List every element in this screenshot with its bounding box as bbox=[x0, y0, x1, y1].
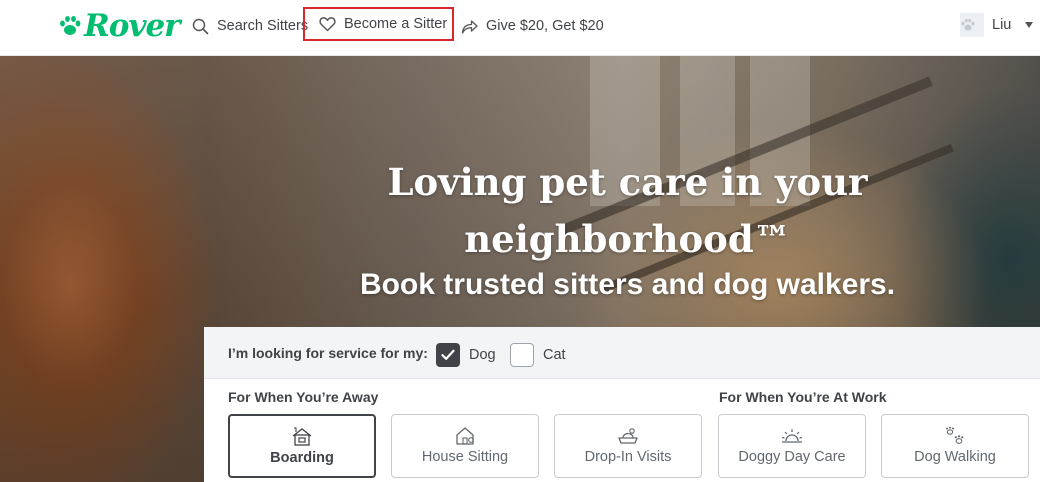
paw-prints-icon bbox=[946, 426, 964, 444]
search-icon bbox=[192, 18, 209, 34]
service-label: House Sitting bbox=[421, 449, 509, 465]
service-label: Drop-In Visits bbox=[584, 449, 672, 465]
checkbox-unchecked[interactable] bbox=[510, 343, 534, 367]
referral-link[interactable]: Give $20, Get $20 bbox=[461, 0, 604, 52]
dog-checkbox[interactable]: Dog bbox=[436, 343, 496, 367]
service-label: Dog Walking bbox=[914, 449, 996, 465]
top-nav: Rover Search Sitters Become a Sitter Giv… bbox=[0, 0, 1040, 56]
cat-checkbox[interactable]: Cat bbox=[510, 343, 566, 367]
house-boarding-icon bbox=[292, 427, 312, 446]
hero-title: Loving pet care in your neighborhood™ bbox=[300, 154, 955, 268]
pet-type-bar: I’m looking for service for my: Dog Cat bbox=[204, 327, 1040, 379]
away-group-label: For When You’re Away bbox=[228, 389, 379, 405]
avatar bbox=[960, 13, 984, 37]
search-sitters-label: Search Sitters bbox=[217, 18, 309, 34]
referral-label: Give $20, Get $20 bbox=[486, 18, 604, 34]
share-arrow-icon bbox=[461, 19, 478, 34]
caret-down-icon bbox=[1025, 22, 1034, 28]
work-group-label: For When You’re At Work bbox=[719, 389, 887, 405]
cat-label: Cat bbox=[543, 347, 566, 363]
service-boarding[interactable]: Boarding bbox=[228, 414, 376, 478]
service-label: Doggy Day Care bbox=[738, 449, 846, 465]
paw-icon bbox=[961, 18, 975, 31]
logo-text: Rover bbox=[84, 8, 181, 44]
search-panel: I’m looking for service for my: Dog Cat … bbox=[204, 327, 1040, 482]
user-menu[interactable]: Liu bbox=[960, 13, 1034, 37]
check-icon bbox=[441, 349, 455, 360]
food-bowl-icon bbox=[618, 428, 638, 444]
become-a-sitter-link[interactable]: Become a Sitter bbox=[303, 7, 454, 41]
service-dog-walking[interactable]: Dog Walking bbox=[881, 414, 1029, 478]
service-house-sitting[interactable]: House Sitting bbox=[391, 414, 539, 478]
hero-title-line-2: neighborhood™ bbox=[464, 217, 791, 261]
search-sitters-link[interactable]: Search Sitters bbox=[192, 0, 308, 52]
service-label: Boarding bbox=[270, 450, 334, 466]
sunrise-icon bbox=[781, 429, 803, 443]
house-sitting-icon bbox=[456, 427, 474, 445]
user-name: Liu bbox=[992, 17, 1012, 33]
hero-title-line-1: Loving pet care in your bbox=[387, 160, 868, 204]
become-a-sitter-label: Become a Sitter bbox=[344, 16, 448, 32]
paw-logo-icon bbox=[60, 16, 81, 35]
service-doggy-day-care[interactable]: Doggy Day Care bbox=[718, 414, 866, 478]
hero-subtitle: Book trusted sitters and dog walkers. bbox=[359, 268, 896, 301]
checkbox-checked[interactable] bbox=[436, 343, 460, 367]
dog-label: Dog bbox=[469, 347, 496, 363]
pet-prompt: I’m looking for service for my: bbox=[228, 345, 428, 361]
heart-icon bbox=[319, 17, 336, 32]
rover-logo[interactable]: Rover bbox=[58, 8, 181, 44]
service-drop-in-visits[interactable]: Drop-In Visits bbox=[554, 414, 702, 478]
